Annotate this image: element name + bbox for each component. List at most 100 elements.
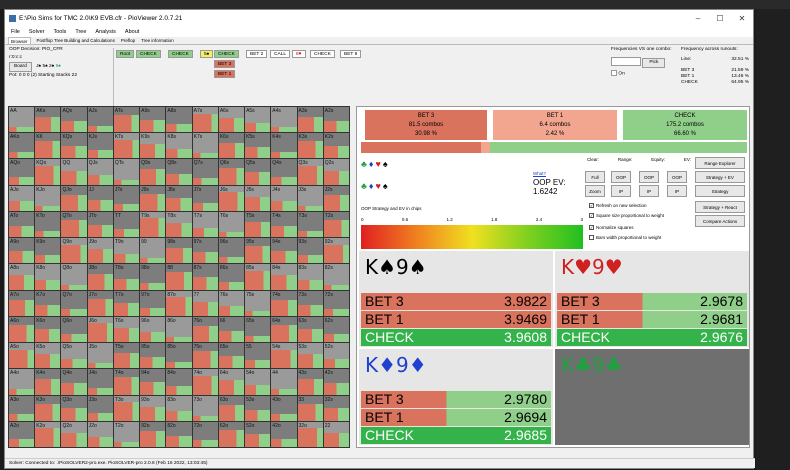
- range-cell[interactable]: 83s: [297, 264, 323, 290]
- range-cell[interactable]: 87o: [166, 290, 192, 316]
- heart-icon[interactable]: ♥: [376, 181, 383, 191]
- range-cell[interactable]: A5s: [245, 107, 271, 133]
- range-cell[interactable]: Q9s: [140, 159, 166, 185]
- range-cell[interactable]: A4s: [271, 107, 297, 133]
- range-cell[interactable]: A5o: [9, 343, 35, 369]
- range-cell[interactable]: Q3o: [61, 395, 87, 421]
- tree-node[interactable]: CHECK: [168, 50, 193, 58]
- tree-node[interactable]: CHECK: [214, 50, 239, 58]
- maximize-icon[interactable]: ☐: [709, 10, 731, 27]
- range-cell[interactable]: 85s: [245, 264, 271, 290]
- range-cell[interactable]: 63s: [297, 316, 323, 343]
- range-cell[interactable]: ATs: [113, 107, 140, 133]
- diamond-icon[interactable]: ♦: [369, 159, 376, 169]
- range-cell[interactable]: KK: [35, 133, 61, 159]
- menu-solver[interactable]: Solver: [29, 27, 45, 37]
- range-cell[interactable]: K6o: [35, 316, 61, 343]
- range-cell[interactable]: 54o: [245, 369, 271, 395]
- range-cell[interactable]: K5s: [245, 133, 271, 159]
- range-cell[interactable]: KTs: [113, 133, 140, 159]
- range-cell[interactable]: A2o: [9, 421, 35, 447]
- range-cell[interactable]: T5o: [113, 343, 140, 369]
- range-cell[interactable]: J7o: [87, 290, 113, 316]
- range-cell[interactable]: JJ: [87, 185, 113, 211]
- range-cell[interactable]: T8o: [113, 264, 140, 290]
- menu-file[interactable]: File: [11, 27, 20, 37]
- range-cell[interactable]: ATo: [9, 211, 35, 238]
- tree-node-card[interactable]: 8♥: [292, 50, 306, 58]
- range-cell[interactable]: 32o: [297, 421, 323, 447]
- range-cell[interactable]: 75s: [245, 290, 271, 316]
- range-cell[interactable]: QQ: [61, 159, 87, 185]
- range-cell[interactable]: 54s: [271, 343, 297, 369]
- range-cell[interactable]: 64o: [218, 369, 245, 395]
- range-cell[interactable]: 96o: [140, 316, 166, 343]
- club-icon[interactable]: ♣: [361, 159, 369, 169]
- combo-quadrant[interactable]: K♣9♣: [555, 349, 749, 445]
- range-cell[interactable]: T5s: [245, 211, 271, 238]
- range-cell[interactable]: 84o: [166, 369, 192, 395]
- range-cell[interactable]: 97o: [140, 290, 166, 316]
- range-cell[interactable]: 74s: [271, 290, 297, 316]
- range-cell[interactable]: 55: [245, 343, 271, 369]
- range-cell[interactable]: 82o: [166, 421, 192, 447]
- range-cell[interactable]: 62o: [218, 421, 245, 447]
- range-cell[interactable]: J7s: [192, 185, 218, 211]
- tree-node-root[interactable]: Root: [116, 50, 135, 58]
- range-cell[interactable]: 66: [218, 316, 245, 343]
- range-cell[interactable]: 65s: [245, 316, 271, 343]
- range-cell[interactable]: 42s: [323, 369, 349, 395]
- club-icon[interactable]: ♣: [361, 181, 369, 191]
- range-cell[interactable]: QTo: [61, 211, 87, 238]
- range-cell[interactable]: J6s: [218, 185, 245, 211]
- range-ip-button[interactable]: IP: [611, 185, 631, 197]
- range-cell[interactable]: AKo: [9, 133, 35, 159]
- range-cell[interactable]: T3o: [113, 395, 140, 421]
- range-cell[interactable]: 77: [192, 290, 218, 316]
- range-cell[interactable]: T7s: [192, 211, 218, 238]
- range-cell[interactable]: A8s: [166, 107, 192, 133]
- range-cell[interactable]: A7s: [192, 107, 218, 133]
- range-cell[interactable]: J5o: [87, 343, 113, 369]
- tree-node[interactable]: BET 2: [246, 50, 268, 58]
- tree-node-card[interactable]: 5♠: [200, 50, 214, 58]
- menu-analysis[interactable]: Analysis: [95, 27, 115, 37]
- range-cell[interactable]: K7s: [192, 133, 218, 159]
- range-cell[interactable]: KJs: [87, 133, 113, 159]
- range-cell[interactable]: T9o: [113, 238, 140, 264]
- range-cell[interactable]: JTo: [87, 211, 113, 238]
- range-cell[interactable]: 73s: [297, 290, 323, 316]
- range-cell[interactable]: Q8s: [166, 159, 192, 185]
- suit-filter-row2[interactable]: ♣♦♥♠: [361, 181, 390, 191]
- range-cell[interactable]: AA: [9, 107, 35, 133]
- range-cell[interactable]: T2o: [113, 421, 140, 447]
- spade-icon[interactable]: ♠: [383, 181, 390, 191]
- range-cell[interactable]: 82s: [323, 264, 349, 290]
- range-cell[interactable]: Q2o: [61, 421, 87, 447]
- range-cell[interactable]: Q5o: [61, 343, 87, 369]
- range-cell[interactable]: 76o: [192, 316, 218, 343]
- range-cell[interactable]: 94o: [140, 369, 166, 395]
- range-cell[interactable]: 53s: [297, 343, 323, 369]
- range-cell[interactable]: K9s: [140, 133, 166, 159]
- normalize-checkbox[interactable]: ✓ Normalize squares: [589, 225, 634, 231]
- range-cell[interactable]: 52o: [245, 421, 271, 447]
- range-cell[interactable]: Q6o: [61, 316, 87, 343]
- menu-about[interactable]: About: [125, 27, 139, 37]
- range-cell[interactable]: A9o: [9, 238, 35, 264]
- action-summary-bet1[interactable]: BET 1 6.4 combos 2.42 %: [493, 110, 617, 140]
- range-cell[interactable]: T2s: [323, 211, 349, 238]
- minimize-icon[interactable]: –: [687, 10, 709, 27]
- range-cell[interactable]: K8o: [35, 264, 61, 290]
- equity-ip-button[interactable]: IP: [639, 185, 659, 197]
- range-cell[interactable]: KTo: [35, 211, 61, 238]
- ev-ip-button[interactable]: IP: [667, 185, 687, 197]
- range-cell[interactable]: 72s: [323, 290, 349, 316]
- range-cell[interactable]: Q7o: [61, 290, 87, 316]
- range-cell[interactable]: 65o: [218, 343, 245, 369]
- range-cell[interactable]: 88: [166, 264, 192, 290]
- range-cell[interactable]: A6s: [218, 107, 245, 133]
- range-cell[interactable]: 43s: [297, 369, 323, 395]
- range-cell[interactable]: 42o: [271, 421, 297, 447]
- strategy-react-button[interactable]: Strategy + React: [695, 201, 745, 213]
